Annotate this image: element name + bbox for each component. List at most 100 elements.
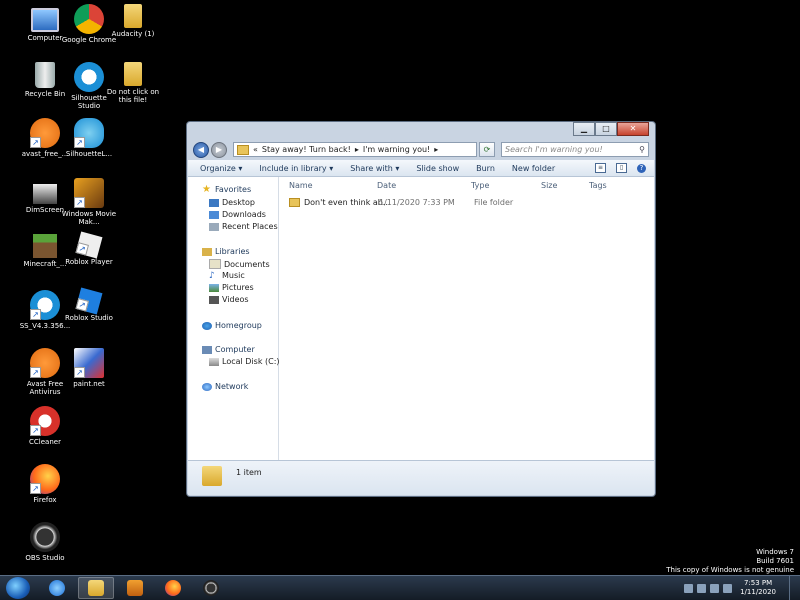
search-input[interactable]: Search I'm warning you! ⚲ [501,142,649,157]
taskbar-obs[interactable] [194,578,228,598]
navigation-pane[interactable]: ★ Favorites Desktop Downloads Recent Pla… [188,177,280,460]
tray-expand-icon[interactable] [684,583,694,593]
title-bar[interactable]: ▁ □ ✕ [187,122,655,140]
obs-icon [30,522,60,552]
firefox-icon [165,580,181,596]
file-list[interactable]: Name Date Type Size Tags Don't even thin… [279,177,654,460]
maximize-button[interactable]: □ [595,122,617,136]
item-count: 1 item [236,468,262,477]
back-button[interactable]: ◀ [193,141,209,158]
details-pane: 1 item [188,460,654,495]
computer-icon [31,8,59,32]
folder-icon [124,62,142,86]
share-with-button[interactable]: Share with ▾ [350,164,399,173]
downloads-icon [209,210,219,219]
nav-videos[interactable]: Videos [209,295,249,304]
nav-homegroup[interactable]: Homegroup [202,321,262,330]
silhouette-icon [74,62,104,92]
desktop-icon [209,198,219,207]
new-folder-button[interactable]: New folder [512,164,555,173]
nav-music[interactable]: ♪ Music [209,271,245,280]
desktop-icon-obs[interactable]: OBS Studio [16,522,74,562]
breadcrumb-separator[interactable]: ▸ [434,145,438,154]
explorer-window[interactable]: ▁ □ ✕ ◀ ▶ « Stay away! Turn back! ▸ I'm … [186,121,656,497]
star-icon: ★ [202,183,211,195]
taskbar-ie[interactable] [40,578,74,598]
desktop-icon-label: Windows Movie Mak... [61,210,117,226]
forward-button[interactable]: ▶ [211,141,227,158]
silhouette-link-icon [74,118,104,148]
nav-computer[interactable]: Computer [202,345,255,354]
organize-button[interactable]: Organize ▾ [200,164,242,173]
breadcrumb-separator[interactable]: ▸ [355,145,359,154]
taskbar-explorer[interactable] [78,577,114,599]
desktop-icon-label: paint.net [73,380,105,388]
help-icon[interactable]: ? [637,163,646,173]
nav-local-disk[interactable]: Local Disk (C:) [209,357,280,366]
roblox-icon [75,231,103,259]
desktop-icon-paint-net[interactable]: paint.net [60,348,118,388]
close-button[interactable]: ✕ [617,122,649,136]
command-bar: Organize ▾ Include in library ▾ Share wi… [188,160,654,177]
nav-label: Videos [222,295,249,304]
nav-label: Computer [215,345,255,354]
desktop-icon-audacity-folder[interactable]: Audacity (1) [104,4,162,38]
nav-favorites[interactable]: ★ Favorites [202,183,251,195]
desktop-icon-do-not-click[interactable]: Do not click on this file! [104,62,162,104]
breadcrumb-warning[interactable]: I'm warning you! [363,145,430,154]
windows-watermark: Windows 7 Build 7601 This copy of Window… [666,548,794,575]
silhouette-icon [30,290,60,320]
action-center-icon[interactable] [697,583,707,593]
nav-recent-places[interactable]: Recent Places [209,222,278,231]
nav-pictures[interactable]: Pictures [209,283,254,292]
start-button[interactable] [6,577,30,599]
taskbar-firefox[interactable] [156,578,190,598]
folder-icon [237,144,249,155]
dimscreen-icon [33,184,57,204]
desktop-icon-roblox-studio[interactable]: Roblox Studio [60,287,118,322]
column-header-tags[interactable]: Tags [589,181,607,190]
avast-icon [30,348,60,378]
breadcrumb-stay-away[interactable]: Stay away! Turn back! [262,145,351,154]
column-header-date[interactable]: Date [377,181,396,190]
change-view-icon[interactable]: ≡ [595,163,606,173]
nav-network[interactable]: Network [202,382,248,391]
volume-icon[interactable] [723,583,733,593]
watermark-build: Build 7601 [756,557,794,565]
column-header-size[interactable]: Size [541,181,557,190]
table-row[interactable]: Don't even think ab... 1/11/2020 7:33 PM… [289,198,513,207]
media-player-icon [127,580,143,596]
address-bar[interactable]: « Stay away! Turn back! ▸ I'm warning yo… [233,142,477,157]
nav-label: Music [222,271,245,280]
minimize-button[interactable]: ▁ [573,122,595,136]
recycle-bin-icon [35,62,55,88]
taskbar-media-player[interactable] [118,578,152,598]
videos-icon [209,295,219,304]
desktop-icon-label: Audacity (1) [111,30,155,38]
address-overflow[interactable]: « [253,145,258,154]
desktop-icon-ccleaner[interactable]: CCleaner [16,406,74,446]
slide-show-button[interactable]: Slide show [416,164,459,173]
nav-label: Documents [224,259,270,269]
network-icon[interactable] [710,583,720,593]
nav-documents[interactable]: Documents [209,259,270,269]
nav-label: Local Disk (C:) [222,357,280,366]
drive-icon [209,357,219,366]
desktop-icon-firefox[interactable]: Firefox [16,464,74,504]
desktop-icon-roblox-player[interactable]: Roblox Player [60,231,118,266]
column-header-type[interactable]: Type [471,181,489,190]
show-desktop-button[interactable] [789,576,800,600]
movie-maker-icon [74,178,104,208]
burn-button[interactable]: Burn [476,164,495,173]
nav-downloads[interactable]: Downloads [209,210,266,219]
desktop-icon-silhouette-link[interactable]: SilhouetteL... [60,118,118,158]
desktop-icon-movie-maker[interactable]: Windows Movie Mak... [60,178,118,226]
nav-desktop[interactable]: Desktop [209,198,255,207]
include-in-library-button[interactable]: Include in library ▾ [259,164,333,173]
roblox-studio-icon [75,287,103,315]
column-header-name[interactable]: Name [289,181,313,190]
preview-pane-icon[interactable]: ▯ [616,163,627,173]
refresh-button[interactable]: ⟳ [479,142,495,157]
clock[interactable]: 7:53 PM 1/11/2020 [740,579,776,597]
nav-libraries[interactable]: Libraries [202,247,250,256]
